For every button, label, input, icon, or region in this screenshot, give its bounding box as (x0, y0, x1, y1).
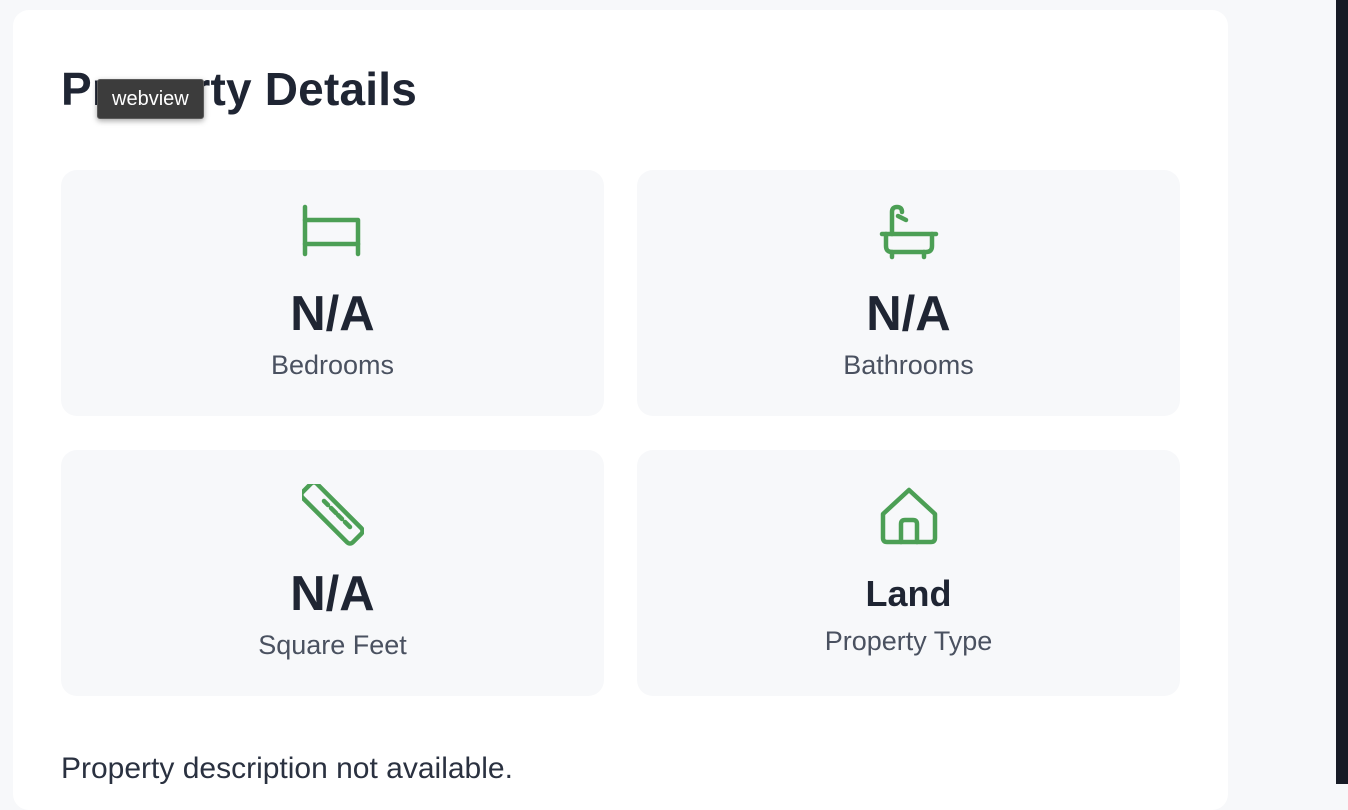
window-edge (1336, 0, 1348, 784)
property-type-label: Property Type (824, 626, 993, 656)
bedrooms-tile: N/A Bedrooms (61, 170, 604, 416)
ruler-icon (302, 484, 364, 546)
bedrooms-label: Bedrooms (270, 350, 395, 380)
webview-tooltip: webview (97, 79, 204, 119)
property-type-tile: Land Property Type (637, 450, 1180, 696)
bed-icon (302, 204, 364, 266)
square-feet-label: Square Feet (258, 630, 407, 660)
bathrooms-label: Bathrooms (843, 350, 974, 380)
bathtub-icon (878, 204, 940, 266)
property-type-value: Land (865, 573, 952, 614)
bathrooms-tile: N/A Bathrooms (637, 170, 1180, 416)
bathrooms-value: N/A (866, 287, 951, 341)
square-feet-value: N/A (290, 567, 375, 621)
square-feet-tile: N/A Square Feet (61, 450, 604, 696)
property-description: Property description not available. (61, 752, 513, 785)
property-details-card: Property Details webview N/A Bedrooms N/… (13, 10, 1228, 810)
bedrooms-value: N/A (290, 287, 375, 341)
home-icon (878, 486, 940, 548)
